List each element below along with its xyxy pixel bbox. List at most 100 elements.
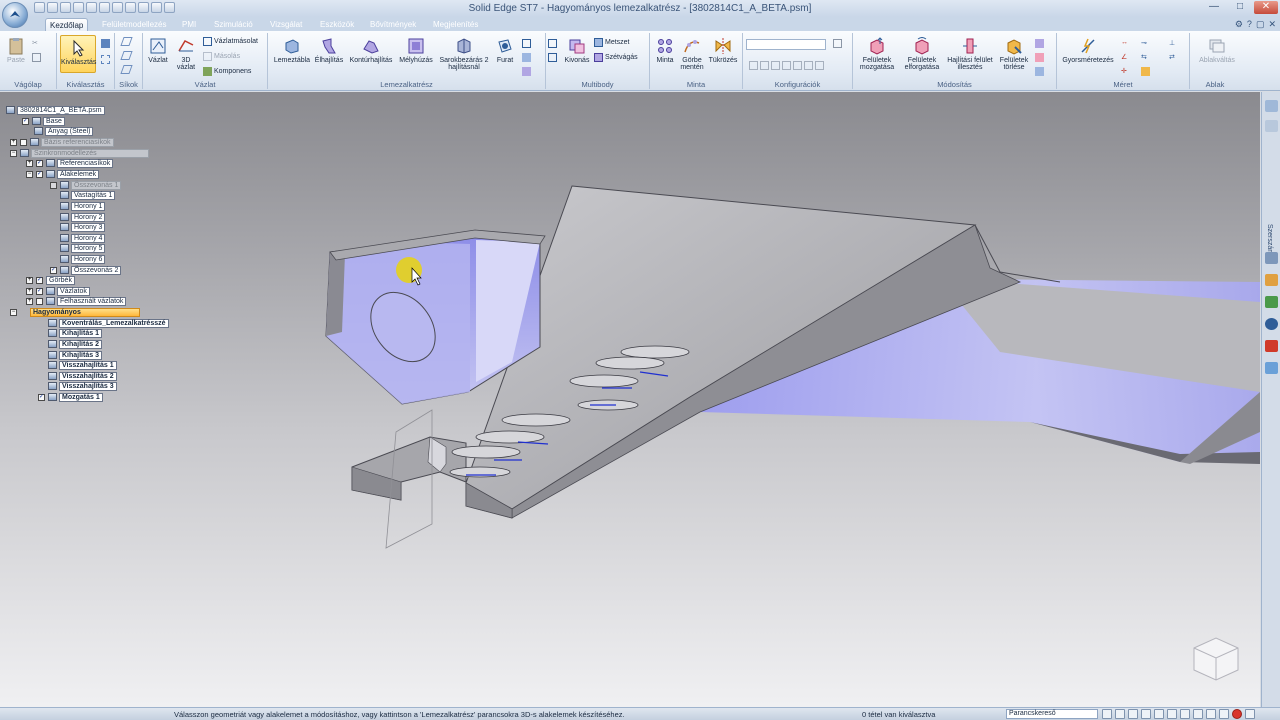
maximize-button[interactable]: □ — [1228, 1, 1252, 14]
dimension-tool-3[interactable]: ✛ — [1121, 67, 1130, 76]
restore-icon[interactable]: ▢ — [1256, 19, 1265, 30]
graphics-window[interactable] — [0, 92, 1260, 707]
tree-item[interactable]: + ✓ Referenciasíkok — [26, 158, 114, 168]
dimension-tool-2[interactable]: ∠ — [1121, 53, 1130, 62]
library-tab-icon[interactable] — [1265, 252, 1278, 264]
dimension-tool-1[interactable]: ↔ — [1121, 39, 1130, 48]
expand-toggle[interactable]: + — [26, 159, 33, 167]
modify-option-1[interactable] — [1035, 39, 1044, 48]
modify-option-3[interactable] — [1035, 67, 1044, 76]
view-orientation-icon[interactable] — [1167, 709, 1177, 719]
expand-toggle[interactable]: + — [10, 138, 17, 146]
teamcenter-icon[interactable] — [1265, 296, 1278, 308]
collapse-toggle[interactable]: − — [10, 149, 17, 157]
zoom-icon[interactable] — [1115, 709, 1125, 719]
dimension-tool-4[interactable]: ⊸ — [1141, 39, 1150, 48]
delete-faces-button[interactable]: Felületek törlése — [996, 37, 1032, 71]
tab-feluletmodellezes[interactable]: Felületmodellezés — [98, 18, 170, 32]
tree-item[interactable]: + Felhasznált vázlatok — [26, 296, 127, 306]
select-tool-button[interactable]: Kiválasztás — [60, 35, 96, 73]
component-button[interactable]: Komponens — [203, 67, 251, 76]
rotate-faces-button[interactable]: Felületek elforgatása — [900, 37, 944, 71]
visibility-checkbox[interactable] — [36, 297, 43, 305]
tree-item[interactable]: Összevonás 1 — [50, 180, 122, 190]
visibility-checkbox[interactable]: ✓ — [36, 287, 43, 295]
curve-pattern-button[interactable]: Görbe mentén — [678, 37, 706, 71]
feature-library-icon[interactable] — [1265, 274, 1278, 286]
bead-button[interactable] — [522, 67, 531, 76]
application-button[interactable] — [2, 2, 28, 28]
plane-button-3[interactable] — [120, 65, 133, 74]
tree-item[interactable]: Visszahajlítás 3 — [48, 381, 117, 391]
visibility-checkbox[interactable]: ✓ — [38, 393, 45, 401]
visibility-checkbox[interactable] — [20, 138, 27, 146]
dimension-tool-5[interactable]: ⇆ — [1141, 53, 1150, 62]
settings-icon[interactable]: ⚙ — [1235, 19, 1243, 30]
rotate-icon[interactable] — [1154, 709, 1164, 719]
tree-item[interactable]: Kihajlítás 1 — [48, 328, 102, 338]
tab-vizsgalat[interactable]: Vizsgálat — [266, 18, 306, 32]
tree-item[interactable]: + ✓ Görbék — [26, 275, 75, 285]
expand-toggle[interactable]: + — [26, 297, 33, 305]
collapse-toggle[interactable]: − — [26, 170, 33, 178]
multibody-option-2[interactable] — [548, 53, 557, 62]
pattern-button[interactable]: Minta — [652, 37, 678, 64]
tab-bovitmenyek[interactable]: Bővítmények — [366, 18, 420, 32]
pan-icon[interactable] — [1141, 709, 1151, 719]
tree-item[interactable]: Horony 2 — [60, 212, 106, 222]
intersect-button[interactable]: Metszet — [594, 38, 630, 47]
tree-item[interactable]: + Bázis referenciasíkok — [10, 137, 114, 147]
tree-item[interactable]: Horony 5 — [60, 243, 106, 253]
help-panel-icon[interactable] — [1265, 318, 1278, 330]
sketch-view-icon[interactable] — [1219, 709, 1229, 719]
zoom-area-icon[interactable] — [1102, 709, 1112, 719]
help-icon[interactable]: ? — [1247, 19, 1252, 30]
mirror-button[interactable]: Tükrözés — [708, 37, 738, 64]
tree-item[interactable]: Kihajlítás 3 — [48, 350, 102, 360]
configuration-combo[interactable] — [746, 39, 826, 50]
command-finder-input[interactable]: Parancskereső — [1006, 709, 1098, 719]
view-cube[interactable] — [1190, 634, 1242, 682]
tree-item[interactable]: Koventrálás_Lemezalkatrésszé — [48, 318, 169, 328]
shaded-icon[interactable] — [1180, 709, 1190, 719]
tab-feature-button[interactable]: Lemeztábla — [272, 37, 312, 64]
pathfinder-tab-icon[interactable] — [1265, 100, 1278, 112]
tree-item[interactable]: ✓ Base — [22, 116, 65, 126]
tab-szimulacio[interactable]: Szimuláció — [210, 18, 257, 32]
status-more-icon[interactable] — [1245, 709, 1255, 719]
smart-dimension-button[interactable]: Gyorsméretezés — [1059, 37, 1117, 64]
tree-item[interactable]: Horony 6 — [60, 254, 106, 264]
move-faces-button[interactable]: Felületek mozgatása — [854, 37, 900, 71]
contour-flange-button[interactable]: Kontúrhajlítás — [348, 37, 394, 64]
plane-button-2[interactable] — [120, 51, 133, 60]
tree-item[interactable]: Visszahajlítás 1 — [48, 360, 117, 370]
tab-megjelenites[interactable]: Megjelenítés — [429, 18, 482, 32]
dimension-tool-8[interactable]: ⇄ — [1169, 53, 1178, 62]
3d-sketch-button[interactable]: 3D vázlat — [173, 37, 199, 71]
split-button[interactable]: Szétvágás — [594, 53, 638, 62]
doc-close-icon[interactable]: ✕ — [1268, 19, 1276, 30]
tree-item[interactable]: Horony 3 — [60, 222, 106, 232]
dimple-button[interactable]: Mélyhúzás — [396, 37, 436, 64]
select-option-2[interactable] — [101, 55, 110, 64]
tree-item[interactable]: ✓ Mozgatás 1 — [38, 392, 103, 402]
paste-button[interactable]: Paste — [4, 37, 28, 64]
tree-item[interactable]: − Hagyományos — [10, 307, 140, 317]
fit-icon[interactable] — [1128, 709, 1138, 719]
community-icon[interactable] — [1265, 362, 1278, 374]
layers-tab-icon[interactable] — [1265, 120, 1278, 132]
switch-window-button[interactable]: Ablakváltás — [1195, 37, 1239, 64]
tree-item[interactable]: Anyag (Steel) — [34, 126, 94, 136]
cut-button[interactable]: ✂ — [32, 39, 41, 48]
youtube-icon[interactable] — [1265, 340, 1278, 352]
tab-pmi[interactable]: PMI — [178, 18, 200, 32]
tree-item[interactable]: − Szinkronmodellezés — [10, 148, 149, 158]
select-option-1[interactable] — [101, 39, 110, 48]
visibility-checkbox[interactable]: ✓ — [22, 117, 29, 125]
tree-item[interactable]: ✓ Összevonás 2 — [50, 265, 122, 275]
expand-toggle[interactable]: + — [26, 287, 33, 295]
section-view-icon[interactable] — [1193, 709, 1203, 719]
minimize-button[interactable]: — — [1202, 1, 1226, 14]
dimension-tool-6[interactable] — [1141, 67, 1150, 76]
flange-button[interactable]: Élhajlítás — [312, 37, 346, 64]
